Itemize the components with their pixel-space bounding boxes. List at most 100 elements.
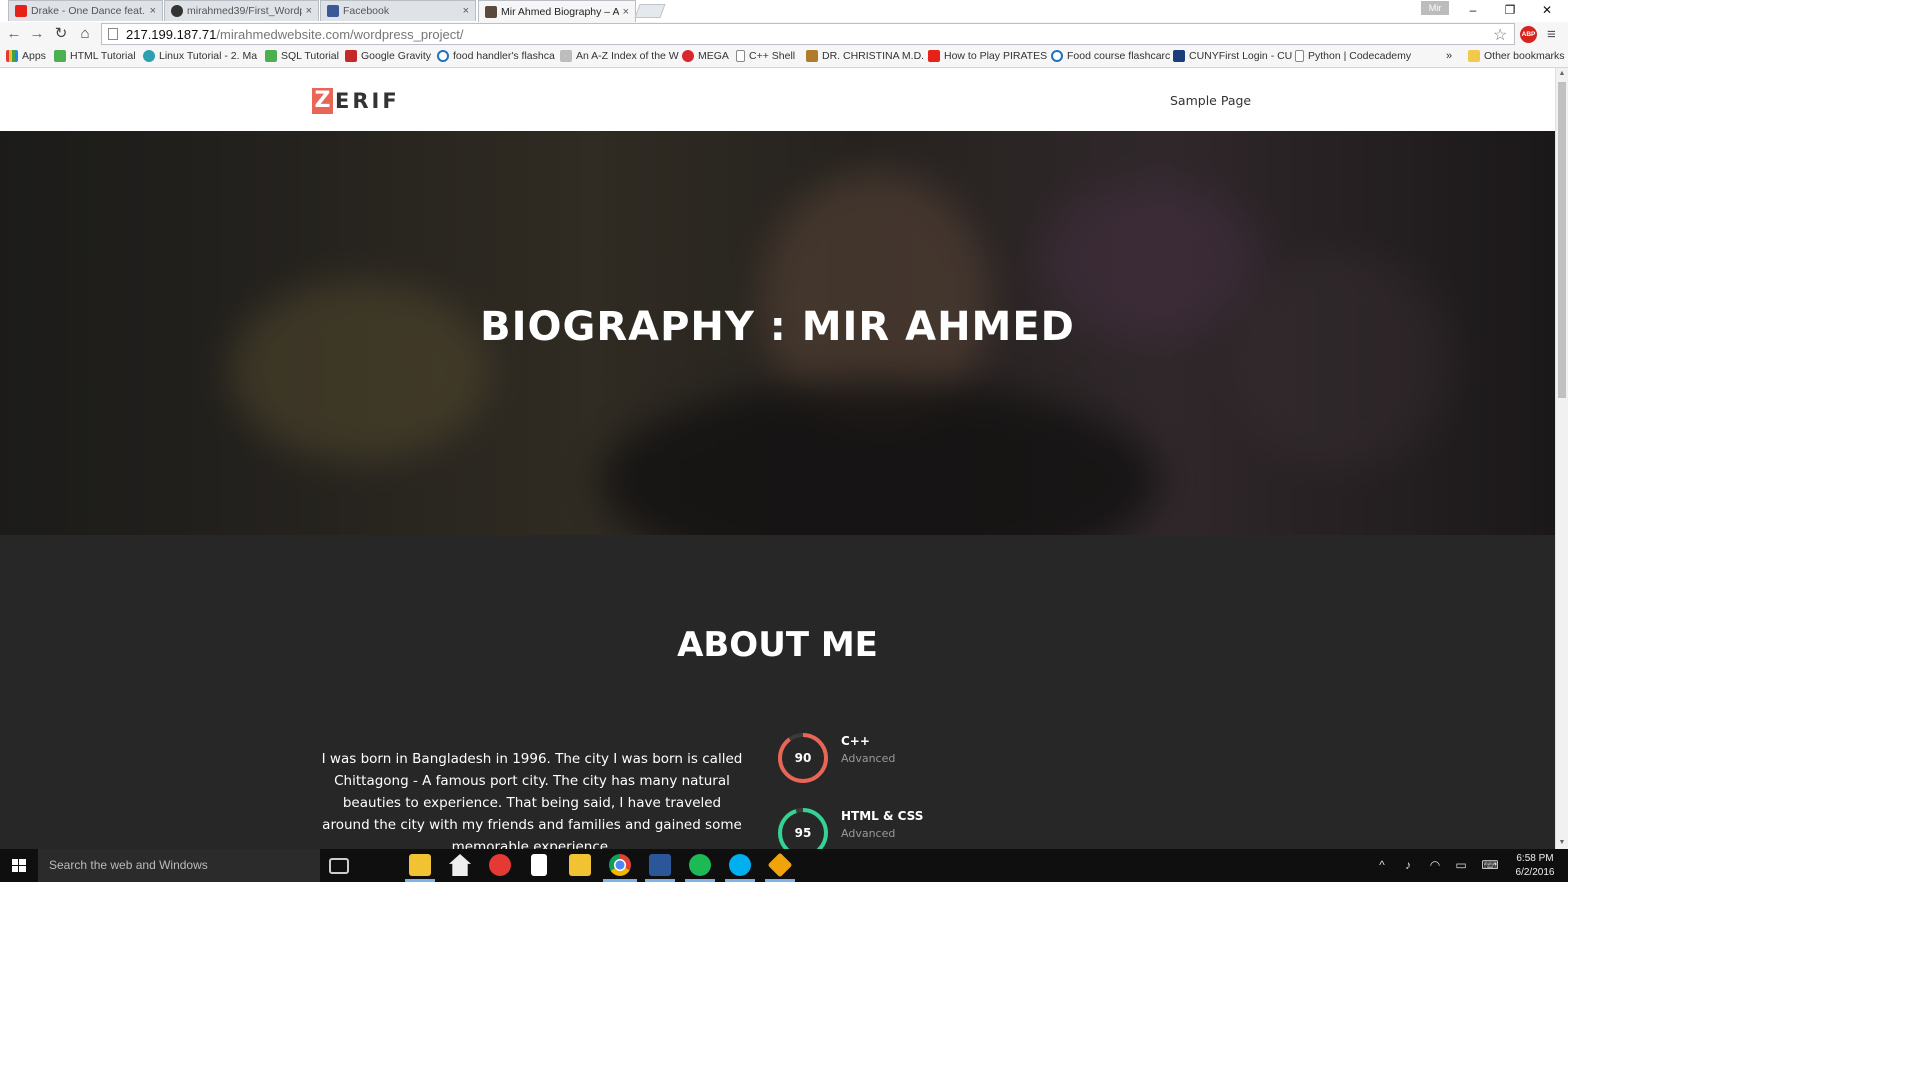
- bookmark-codecademy[interactable]: Python | Codecademy: [1295, 50, 1411, 62]
- chrome-menu-icon[interactable]: ≡: [1547, 26, 1556, 43]
- cuny-icon: [1173, 50, 1185, 62]
- keyboard-icon[interactable]: ⌨: [1478, 849, 1502, 882]
- other-bookmarks[interactable]: Other bookmarks: [1468, 50, 1565, 62]
- skill-value: 95: [794, 826, 812, 840]
- scroll-up-arrow-icon[interactable]: ▲: [1556, 68, 1568, 80]
- word-icon[interactable]: [649, 854, 671, 876]
- youtube-icon: [928, 50, 940, 62]
- bookmark-label: An A-Z Index of the W: [576, 50, 679, 62]
- about-section: ABOUT ME I was born in Bangladesh in 199…: [0, 535, 1555, 849]
- address-bar[interactable]: 217.199.187.71 /mirahmedwebsite.com/word…: [101, 23, 1515, 45]
- forward-arrow-icon[interactable]: →: [27, 24, 47, 44]
- home-icon[interactable]: [449, 854, 471, 876]
- quizlet-icon: [1051, 50, 1063, 62]
- bookmark-label: MEGA: [698, 50, 729, 62]
- bookmark-pirates[interactable]: How to Play PIRATES: [928, 50, 1047, 62]
- bookmark-star-icon[interactable]: ☆: [1493, 25, 1507, 45]
- cloud-app-icon[interactable]: [489, 854, 511, 876]
- chrome-icon[interactable]: [609, 854, 631, 876]
- reload-icon[interactable]: ↻: [51, 24, 71, 44]
- new-tab-button[interactable]: [634, 4, 666, 18]
- page-icon: [1295, 50, 1304, 62]
- page-icon: [736, 50, 745, 62]
- scroll-down-arrow-icon[interactable]: ▼: [1556, 837, 1568, 849]
- bookmark-label: C++ Shell: [749, 50, 796, 62]
- adblock-plus-icon[interactable]: ABP: [1520, 26, 1537, 43]
- bookmark-sql-tutorial[interactable]: SQL Tutorial: [265, 50, 339, 62]
- user-badge[interactable]: Mir: [1421, 1, 1449, 15]
- skype-icon[interactable]: [729, 854, 751, 876]
- maximize-button[interactable]: ❐: [1490, 0, 1530, 20]
- close-window-button[interactable]: ✕: [1527, 0, 1567, 20]
- skill-level: Advanced: [841, 827, 896, 840]
- active-app-indicator: [725, 879, 755, 882]
- close-tab-icon[interactable]: ×: [463, 5, 469, 17]
- bookmark-food-handler[interactable]: food handler's flashca: [437, 50, 555, 62]
- facebook-icon: [327, 5, 339, 17]
- document-icon[interactable]: [531, 854, 547, 876]
- tab-github[interactable]: mirahmed39/First_Wordp ×: [164, 0, 319, 21]
- bookmarks-bar: Apps HTML Tutorial Linux Tutorial - 2. M…: [0, 47, 1568, 68]
- skill-name: HTML & CSS: [841, 809, 924, 823]
- spotify-icon[interactable]: [689, 854, 711, 876]
- tab-biography[interactable]: Mir Ahmed Biography – A ×: [478, 0, 636, 22]
- folder-icon[interactable]: [569, 854, 591, 876]
- task-view-icon[interactable]: [329, 858, 349, 874]
- bookmark-label: SQL Tutorial: [281, 50, 339, 62]
- bookmarks-overflow-chevron[interactable]: »: [1446, 50, 1452, 62]
- skill-value: 90: [794, 751, 812, 765]
- close-tab-icon[interactable]: ×: [150, 5, 156, 17]
- bookmark-cpp-shell[interactable]: C++ Shell: [736, 50, 795, 62]
- bookmark-cunyfirst[interactable]: CUNYFirst Login - CU: [1173, 50, 1292, 62]
- minimize-button[interactable]: –: [1453, 0, 1493, 20]
- tab-strip: Drake - One Dance feat. K × mirahmed39/F…: [0, 0, 1568, 22]
- bookmark-az-index[interactable]: An A-Z Index of the W: [560, 50, 679, 62]
- windows-start-button[interactable]: [0, 849, 38, 882]
- globe-icon: [143, 50, 155, 62]
- bookmark-linux-tutorial[interactable]: Linux Tutorial - 2. Ma: [143, 50, 257, 62]
- bookmark-food-course[interactable]: Food course flashcarc: [1051, 50, 1170, 62]
- url-path: /mirahmedwebsite.com/wordpress_project/: [216, 26, 464, 42]
- skill-level: Advanced: [841, 752, 896, 765]
- skill-name: C++: [841, 734, 870, 748]
- bookmark-mega[interactable]: MEGA: [682, 50, 729, 62]
- volume-icon[interactable]: ♪: [1398, 849, 1418, 882]
- gravity-icon: [345, 50, 357, 62]
- quizlet-icon: [437, 50, 449, 62]
- notifications-icon[interactable]: ▭: [1451, 849, 1471, 882]
- tab-title: mirahmed39/First_Wordp: [187, 5, 302, 17]
- mega-icon: [682, 50, 694, 62]
- close-tab-icon[interactable]: ×: [306, 5, 312, 17]
- page-icon: [560, 50, 572, 62]
- close-tab-icon[interactable]: ×: [623, 6, 629, 18]
- site-logo[interactable]: Z ERIF: [312, 88, 400, 114]
- tray-chevron-icon[interactable]: ^: [1374, 849, 1390, 882]
- about-title: ABOUT ME: [677, 625, 878, 665]
- url-host: 217.199.187.71: [126, 26, 217, 42]
- taskbar-search-box[interactable]: Search the web and Windows: [38, 849, 320, 882]
- active-app-indicator: [645, 879, 675, 882]
- tab-facebook[interactable]: Facebook ×: [320, 0, 476, 21]
- tab-drake[interactable]: Drake - One Dance feat. K ×: [8, 0, 163, 21]
- bookmark-apps[interactable]: Apps: [6, 50, 46, 62]
- bookmark-html-tutorial[interactable]: HTML Tutorial: [54, 50, 136, 62]
- scrollbar-thumb[interactable]: [1558, 82, 1566, 398]
- wifi-icon[interactable]: ◠: [1425, 849, 1445, 882]
- page-viewport: Z ERIF Sample Page BIOGRAPHY : MIR AHMED…: [0, 68, 1555, 849]
- bookmark-google-gravity[interactable]: Google Gravity: [345, 50, 431, 62]
- page-scrollbar[interactable]: ▲ ▼: [1555, 68, 1568, 849]
- hero-title: BIOGRAPHY : MIR AHMED: [480, 304, 1075, 350]
- browser-toolbar: ← → ↻ ⌂ 217.199.187.71 /mirahmedwebsite.…: [0, 22, 1568, 47]
- clock-date: 6/2/2016: [1515, 867, 1555, 878]
- bookmark-dr-christina[interactable]: DR. CHRISTINA M.D. 1: [806, 50, 933, 62]
- taskbar-clock[interactable]: 6:58 PM 6/2/2016: [1506, 852, 1564, 880]
- home-icon[interactable]: ⌂: [75, 24, 95, 44]
- bookmark-label: DR. CHRISTINA M.D. 1: [822, 50, 933, 62]
- back-arrow-icon[interactable]: ←: [4, 24, 24, 44]
- page-thumbnail-icon: [485, 5, 497, 18]
- logo-mark: Z: [312, 88, 333, 114]
- file-explorer-icon[interactable]: [409, 854, 431, 876]
- git-icon[interactable]: [767, 852, 793, 878]
- active-app-indicator: [685, 879, 715, 882]
- nav-sample-page[interactable]: Sample Page: [1170, 93, 1251, 108]
